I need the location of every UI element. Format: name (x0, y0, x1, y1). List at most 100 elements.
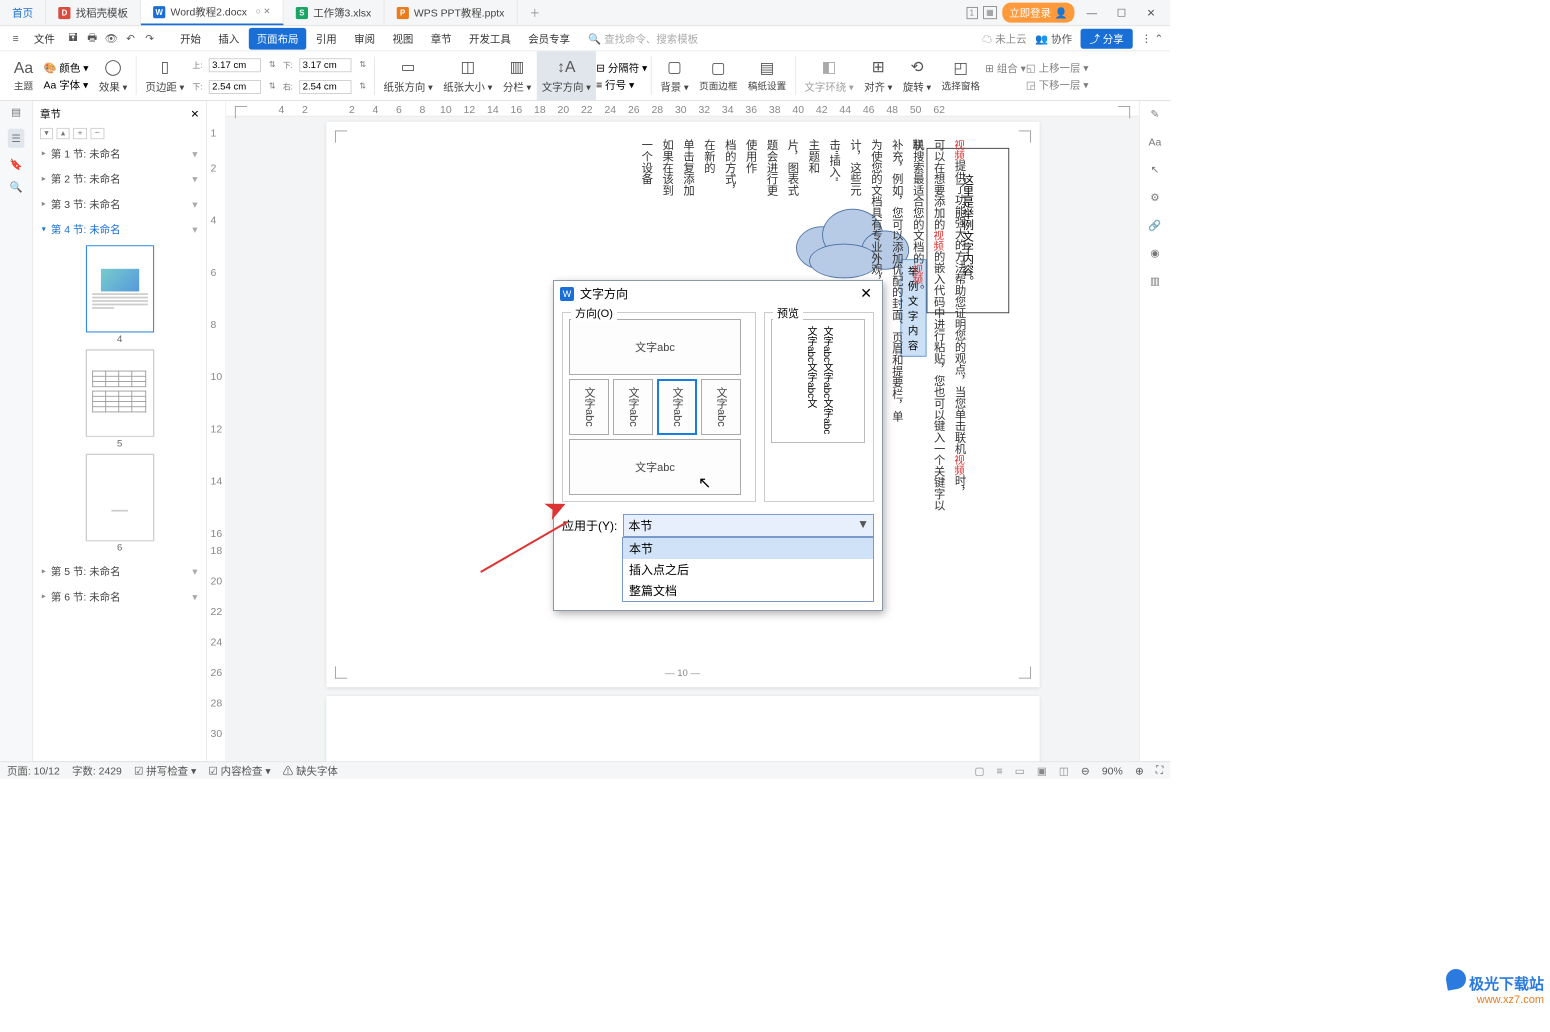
apply-dropdown[interactable]: 本节▼ (623, 514, 874, 537)
close-panel-icon[interactable]: ✕ (190, 107, 199, 119)
view-outline-icon[interactable]: ≡ (996, 764, 1002, 776)
margin-bottom-input[interactable] (209, 80, 261, 94)
direction-v2[interactable]: 文字abc (613, 379, 653, 435)
view-print-icon[interactable]: ▢ (974, 764, 984, 776)
menu-section[interactable]: 章节 (423, 27, 460, 49)
save-icon[interactable]: 🖬 (64, 30, 81, 47)
tab-ppt-doc[interactable]: PWPS PPT教程.pptx (384, 0, 517, 25)
maximize-button[interactable]: ☐ (1109, 7, 1133, 19)
share-button[interactable]: ⤴ 分享 (1081, 28, 1133, 48)
menu-reference[interactable]: 引用 (308, 27, 345, 49)
zoom-out-icon[interactable]: ⊖ (1081, 764, 1090, 776)
rotate-button[interactable]: ⟲旋转 ▾ (898, 51, 937, 100)
section-item[interactable]: 第 6 节: 未命名▾ (33, 584, 206, 609)
pageborder-button[interactable]: ▢页面边框 (694, 51, 743, 100)
link-icon[interactable]: 🔗 (1148, 219, 1161, 231)
direction-horizontal[interactable]: 文字abc (569, 319, 741, 375)
section-item[interactable]: 第 1 节: 未命名▾ (33, 141, 206, 166)
theme-button[interactable]: Aa主题 (9, 51, 39, 100)
layout-icon[interactable]: 1 (966, 7, 977, 19)
tab-word-doc[interactable]: WWord教程2.docx○ ✕ (141, 0, 284, 25)
dropdown-option[interactable]: 整篇文档 (623, 580, 873, 601)
page-thumbnail[interactable] (86, 350, 154, 437)
margin-input[interactable] (299, 58, 351, 72)
align-button[interactable]: ⊞对齐 ▾ (859, 51, 898, 100)
selectionpane-button[interactable]: ◰选择窗格 (936, 51, 985, 100)
page-thumbnail[interactable] (86, 245, 154, 332)
dropdown-option[interactable]: 插入点之后 (623, 559, 873, 580)
view-web-icon[interactable]: ▭ (1015, 764, 1025, 776)
direction-v1[interactable]: 文字abc (569, 379, 609, 435)
outline-icon[interactable]: ▤ (11, 106, 21, 118)
word-count[interactable]: 字数: 2429 (72, 763, 122, 778)
settings-icon[interactable]: ⚙ (1150, 191, 1159, 203)
close-button[interactable]: ✕ (1139, 7, 1163, 19)
margin-top-input[interactable] (209, 58, 261, 72)
fullscreen-icon[interactable]: ⛶ (1156, 764, 1163, 777)
background-button[interactable]: ▢背景 ▾ (655, 51, 694, 100)
document-page-next[interactable] (326, 696, 1039, 761)
search-icon[interactable]: 🔍 (10, 181, 23, 193)
section-item[interactable]: 第 5 节: 未命名▾ (33, 559, 206, 584)
tab-home[interactable]: 首页 (0, 0, 46, 25)
coop-button[interactable]: 👥 协作 (1035, 31, 1072, 46)
margin-button[interactable]: ▯页边距 ▾ (140, 51, 189, 100)
stepper-icon[interactable]: ⇅ (264, 60, 280, 70)
view-read-icon[interactable]: ▣ (1037, 764, 1047, 776)
collapse-icon[interactable]: ▴ (57, 128, 70, 139)
stepper-icon[interactable]: ⇅ (264, 82, 280, 92)
undo-icon[interactable]: ↶ (122, 30, 139, 47)
columns-button[interactable]: ▥分栏 ▾ (498, 51, 537, 100)
collapse-ribbon-icon[interactable]: ⋮ ⌃ (1141, 32, 1163, 44)
brush-icon[interactable]: ✎ (1151, 108, 1160, 120)
print-icon[interactable]: 🖶 (84, 30, 101, 47)
style-icon[interactable]: Aa (1149, 136, 1162, 148)
preview-icon[interactable]: 👁 (103, 30, 120, 47)
contentcheck-toggle[interactable]: ☑ 内容检查 ▾ (208, 763, 270, 778)
tab-close-icon[interactable]: ○ ✕ (256, 7, 271, 17)
expand-icon[interactable]: ▾ (40, 128, 53, 139)
select-icon[interactable]: ↖ (1151, 164, 1160, 176)
new-tab-button[interactable]: ＋ (517, 0, 552, 25)
location-icon[interactable]: ◉ (1150, 247, 1159, 259)
view-focus-icon[interactable]: ◫ (1059, 764, 1069, 776)
effect-dropdown[interactable]: ◯效果 ▾ (94, 51, 133, 100)
cloud-status[interactable]: ☁ 未上云 (982, 31, 1027, 46)
minimize-button[interactable]: — (1080, 7, 1104, 19)
direction-v4[interactable]: 文字abc (701, 379, 741, 435)
paper-setting-button[interactable]: ▤稿纸设置 (743, 51, 792, 100)
menu-member[interactable]: 会员专享 (520, 27, 577, 49)
separator-dropdown[interactable]: ⊟ 分隔符 ▾ (596, 60, 647, 75)
file-menu[interactable]: 文件 (26, 27, 63, 49)
orientation-button[interactable]: ▭纸张方向 ▾ (378, 51, 438, 100)
login-button[interactable]: 立即登录👤 (1002, 3, 1074, 23)
section-icon[interactable]: ☰ (8, 129, 24, 148)
margin-input[interactable] (299, 80, 351, 94)
grid-icon[interactable]: ▦ (983, 6, 997, 19)
page-thumbnail[interactable] (86, 454, 154, 541)
stepper-icon[interactable]: ⇅ (355, 60, 371, 70)
menu-view[interactable]: 视图 (385, 27, 422, 49)
zoom-in-icon[interactable]: ⊕ (1135, 764, 1144, 776)
remove-icon[interactable]: − (90, 128, 104, 139)
stepper-icon[interactable]: ⇅ (355, 82, 371, 92)
dialog-close-icon[interactable]: ✕ (856, 285, 876, 302)
menu-pagelayout[interactable]: 页面布局 (249, 27, 306, 49)
direction-horizontal2[interactable]: 文字abc (569, 439, 741, 495)
papersize-button[interactable]: ◫纸张大小 ▾ (438, 51, 498, 100)
redo-icon[interactable]: ↷ (141, 30, 158, 47)
textdirection-button[interactable]: ↕A文字方向 ▾ (536, 51, 596, 100)
bookmark-icon[interactable]: 🔖 (10, 158, 23, 170)
section-item-open[interactable]: 第 4 节: 未命名▾ (33, 217, 206, 242)
menu-icon[interactable]: ≡ (7, 30, 24, 47)
menu-dev[interactable]: 开发工具 (461, 27, 518, 49)
spellcheck-toggle[interactable]: ☑ 拼写检查 ▾ (134, 763, 196, 778)
search-input[interactable]: 🔍 查找命令、搜索模板 (580, 31, 981, 46)
page-indicator[interactable]: 页面: 10/12 (7, 763, 60, 778)
font-dropdown[interactable]: Aa 字体 ▾ (44, 77, 89, 92)
menu-start[interactable]: 开始 (172, 27, 209, 49)
direction-v3-selected[interactable]: 文字abc (657, 379, 697, 435)
add-icon[interactable]: + (73, 128, 87, 139)
missingfont-button[interactable]: ⚠ 缺失字体 (283, 763, 338, 778)
layout-icon[interactable]: ▥ (1150, 275, 1160, 287)
